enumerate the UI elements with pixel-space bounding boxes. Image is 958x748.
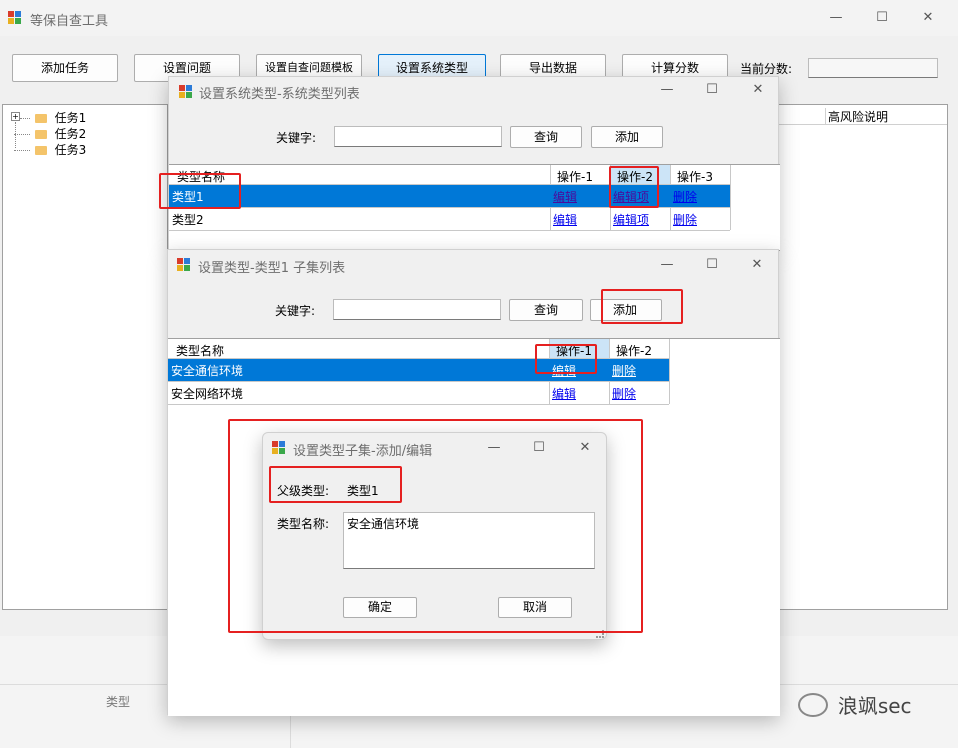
tree-item[interactable]: 任务2 — [14, 125, 86, 141]
system-type-window-title: 设置系统类型-系统类型列表 — [199, 87, 360, 102]
column-header[interactable]: 操作-1 — [557, 168, 593, 185]
keyword-input[interactable] — [333, 299, 501, 320]
delete-link[interactable]: 删除 — [612, 362, 636, 379]
delete-link[interactable]: 删除 — [673, 211, 697, 228]
system-type-window: 设置系统类型-系统类型列表 — ☐ ✕ 关键字: 查询 添加 类型名称 操作-1… — [168, 76, 780, 251]
folder-icon — [34, 114, 47, 123]
question-grid: 高风险说明 — [778, 104, 948, 610]
tree-item[interactable]: 任务1 — [20, 109, 86, 125]
main-window-title: 等保自查工具 — [30, 14, 109, 29]
column-header[interactable]: 操作-3 — [677, 168, 713, 185]
column-header-high-risk[interactable]: 高风险说明 — [825, 108, 888, 125]
score-field — [808, 58, 938, 78]
maximize-icon[interactable]: ☐ — [702, 255, 722, 275]
delete-link[interactable]: 删除 — [612, 385, 636, 402]
system-type-grid: 类型名称 操作-1 操作-2 操作-3 类型1 编辑 编辑项 删除 类型2 编辑… — [169, 164, 780, 251]
score-label: 当前分数: — [740, 62, 793, 76]
highlight-box-edit-items — [609, 166, 659, 208]
maximize-icon[interactable]: ☐ — [872, 8, 892, 28]
task-tree: + 任务1 任务2 任务3 — [2, 104, 168, 610]
keyword-label: 关键字: — [276, 131, 317, 145]
column-header[interactable]: 类型名称 — [176, 342, 224, 359]
app-icon — [179, 85, 193, 99]
type-name-cell[interactable]: 类型2 — [172, 211, 204, 228]
subset-window-title: 设置类型-类型1 子集列表 — [198, 261, 346, 276]
keyword-label: 关键字: — [275, 304, 316, 318]
minimize-icon[interactable]: — — [657, 255, 677, 275]
type-name-cell: 安全通信环境 — [171, 364, 244, 378]
folder-icon — [34, 130, 47, 139]
folder-icon — [34, 146, 47, 155]
add-button[interactable]: 添加 — [591, 126, 663, 148]
app-icon — [8, 11, 22, 25]
minimize-icon[interactable]: — — [826, 8, 846, 28]
query-button[interactable]: 查询 — [510, 126, 582, 148]
add-task-button[interactable]: 添加任务 — [12, 54, 118, 82]
highlight-box-add — [601, 289, 683, 324]
highlight-box-edit — [535, 344, 597, 374]
bottom-type-label: 类型 — [106, 695, 131, 709]
edit-link[interactable]: 编辑 — [552, 385, 576, 402]
highlight-box-parent — [269, 466, 402, 503]
column-header[interactable]: 操作-2 — [616, 342, 652, 359]
type-name-cell[interactable]: 安全网络环境 — [171, 385, 243, 402]
delete-link[interactable]: 删除 — [673, 188, 697, 205]
maximize-icon[interactable]: ☐ — [702, 80, 722, 100]
edit-link[interactable]: 编辑 — [553, 188, 577, 205]
highlight-box-type1 — [159, 173, 241, 209]
expand-icon[interactable]: + — [11, 112, 20, 121]
watermark: 浪飒sec — [798, 690, 912, 722]
close-icon[interactable]: ✕ — [918, 8, 938, 28]
minimize-icon[interactable]: — — [657, 80, 677, 100]
query-button[interactable]: 查询 — [509, 299, 583, 321]
app-icon — [177, 258, 191, 272]
highlight-box-dialog — [228, 419, 643, 633]
keyword-input[interactable] — [334, 126, 502, 147]
edit-items-link[interactable]: 编辑项 — [613, 211, 649, 228]
wechat-icon — [798, 692, 828, 717]
tree-item[interactable]: 任务3 — [14, 141, 86, 157]
edit-link[interactable]: 编辑 — [553, 211, 577, 228]
close-icon[interactable]: ✕ — [748, 80, 768, 100]
main-title-bar: 等保自查工具 — ☐ ✕ — [0, 0, 958, 36]
close-icon[interactable]: ✕ — [747, 255, 767, 275]
